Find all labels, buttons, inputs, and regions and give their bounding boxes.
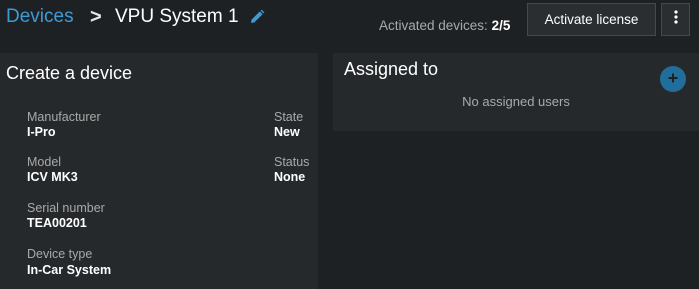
status-value: None (274, 170, 306, 184)
state-label: State (274, 110, 304, 124)
device-type-label: Device type (27, 247, 93, 261)
add-user-button[interactable] (660, 66, 686, 92)
model-label: Model (27, 155, 62, 169)
manufacturer-value: I-Pro (27, 125, 56, 139)
breadcrumb-devices-link[interactable]: Devices (6, 6, 74, 28)
kebab-menu-icon (673, 10, 678, 29)
assigned-to-panel: Assigned to No assigned users (333, 53, 699, 131)
activated-devices-label: Activated devices: (379, 18, 488, 33)
pencil-icon[interactable] (249, 9, 265, 25)
page-header: Devices > VPU System 1 Activated devices… (0, 0, 699, 44)
serial-number-label: Serial number (27, 201, 105, 215)
activate-license-button[interactable]: Activate license (527, 3, 656, 36)
breadcrumb-separator: > (90, 6, 102, 28)
status-label: Status (274, 155, 310, 169)
state-value: New (274, 125, 300, 139)
serial-number-value: TEA00201 (27, 216, 87, 230)
manufacturer-label: Manufacturer (27, 110, 101, 124)
model-value: ICV MK3 (27, 170, 78, 184)
plus-icon (668, 70, 678, 88)
more-options-button[interactable] (661, 3, 690, 36)
activated-devices-count: 2/5 (491, 18, 511, 33)
assigned-to-title: Assigned to (344, 59, 439, 79)
device-type-value: In-Car System (27, 263, 112, 277)
activated-devices-status: Activated devices: 2/5 (379, 18, 510, 33)
page-title: VPU System 1 (115, 6, 239, 27)
create-device-panel: Create a device Manufacturer I-Pro Model… (0, 53, 318, 289)
create-device-title: Create a device (6, 63, 133, 83)
no-assigned-users-message: No assigned users (462, 94, 570, 109)
